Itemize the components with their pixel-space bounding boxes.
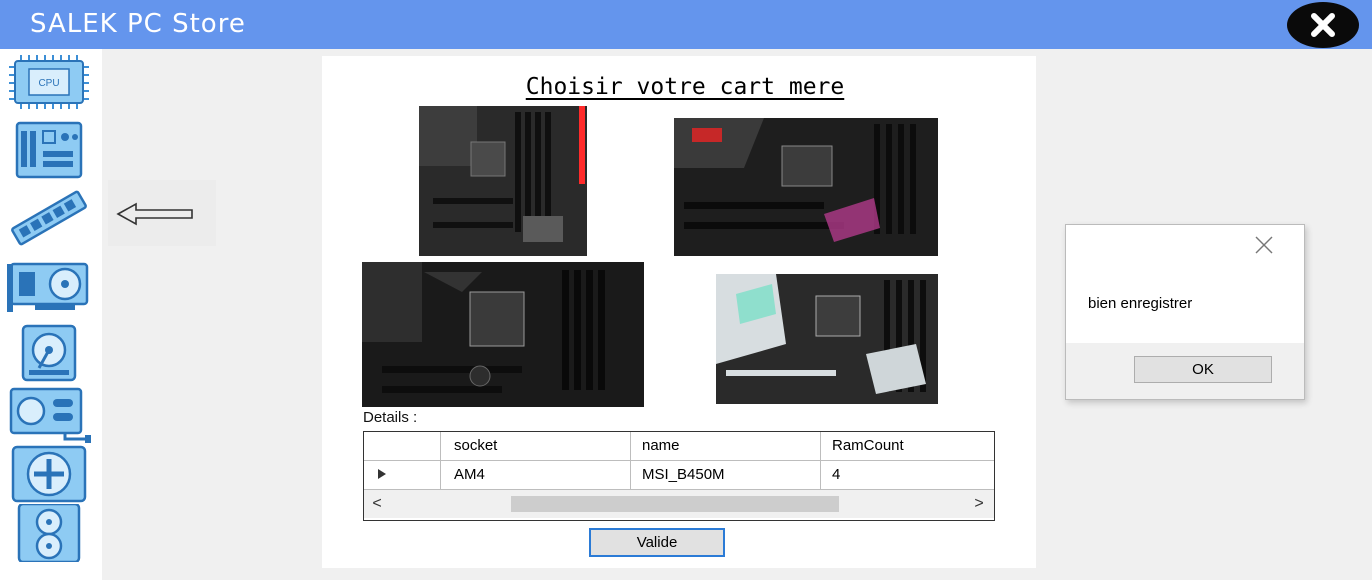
power-supply-icon bbox=[9, 387, 91, 443]
cpu-icon: CPU bbox=[9, 55, 89, 109]
cell-name[interactable]: MSI_B450M bbox=[630, 461, 820, 489]
sidebar-item-gpu[interactable] bbox=[5, 258, 93, 316]
motherboard-option-4[interactable] bbox=[716, 274, 938, 404]
title-bar: SALEK PC Store bbox=[0, 0, 1372, 49]
dialog-footer: OK bbox=[1066, 343, 1304, 399]
column-header-ramcount[interactable]: RamCount bbox=[820, 432, 994, 460]
scroll-right-button[interactable]: > bbox=[968, 490, 990, 518]
dialog-close-button[interactable] bbox=[1252, 233, 1276, 257]
grid-divider bbox=[440, 432, 441, 489]
scroll-left-button[interactable]: < bbox=[366, 490, 388, 518]
sidebar-item-cooler[interactable] bbox=[5, 445, 93, 503]
main-panel: Choisir votre cart mere Details: socket… bbox=[322, 56, 1036, 568]
ram-icon bbox=[11, 190, 87, 246]
horizontal-scrollbar[interactable]: < > bbox=[364, 490, 994, 518]
motherboard-image bbox=[674, 118, 938, 256]
motherboard-option-2[interactable] bbox=[674, 118, 938, 256]
grid-divider bbox=[364, 460, 994, 461]
case-fan-icon bbox=[17, 504, 81, 562]
motherboard-option-1[interactable] bbox=[419, 106, 587, 256]
sidebar-item-ram[interactable] bbox=[5, 189, 93, 247]
motherboard-option-3[interactable] bbox=[362, 262, 644, 407]
back-arrow-button[interactable] bbox=[108, 180, 216, 246]
details-grid[interactable]: socket name RamCount AM4 MSI_B450M 4 < > bbox=[363, 431, 995, 521]
sidebar-item-psu[interactable] bbox=[5, 387, 93, 445]
column-header-name[interactable]: name bbox=[630, 432, 820, 460]
sidebar-item-cpu[interactable]: CPU bbox=[5, 53, 93, 111]
grid-divider bbox=[630, 432, 631, 489]
cell-ramcount[interactable]: 4 bbox=[820, 461, 994, 489]
details-label: Details : bbox=[363, 409, 418, 426]
hard-drive-icon bbox=[21, 324, 77, 382]
row-selector-icon bbox=[378, 469, 386, 479]
cooler-icon bbox=[11, 445, 87, 503]
motherboard-image bbox=[419, 106, 587, 256]
motherboard-image bbox=[716, 274, 938, 404]
sidebar-item-case[interactable] bbox=[5, 504, 93, 562]
dialog-message: bien enregistrer bbox=[1088, 295, 1193, 312]
column-header-socket[interactable]: socket bbox=[442, 432, 630, 460]
grid-divider bbox=[820, 432, 821, 489]
cell-socket[interactable]: AM4 bbox=[442, 461, 630, 489]
sidebar-item-motherboard[interactable] bbox=[5, 121, 93, 179]
sidebar-item-hdd[interactable] bbox=[5, 324, 93, 382]
close-button[interactable] bbox=[1287, 2, 1359, 48]
motherboard-image bbox=[362, 262, 644, 407]
close-icon bbox=[1311, 13, 1335, 37]
motherboard-icon bbox=[15, 121, 83, 179]
app-title: SALEK PC Store bbox=[30, 9, 246, 39]
ok-button[interactable]: OK bbox=[1134, 356, 1272, 383]
page-title: Choisir votre cart mere bbox=[525, 74, 845, 100]
graphics-card-icon bbox=[7, 262, 89, 312]
valide-button[interactable]: Valide bbox=[589, 528, 725, 557]
svg-text:CPU: CPU bbox=[38, 78, 59, 89]
sidebar: CPU bbox=[0, 49, 102, 580]
left-arrow-icon bbox=[116, 202, 193, 226]
close-icon bbox=[1255, 236, 1273, 254]
message-dialog: bien enregistrer OK bbox=[1065, 224, 1305, 400]
scroll-thumb[interactable] bbox=[511, 496, 839, 512]
